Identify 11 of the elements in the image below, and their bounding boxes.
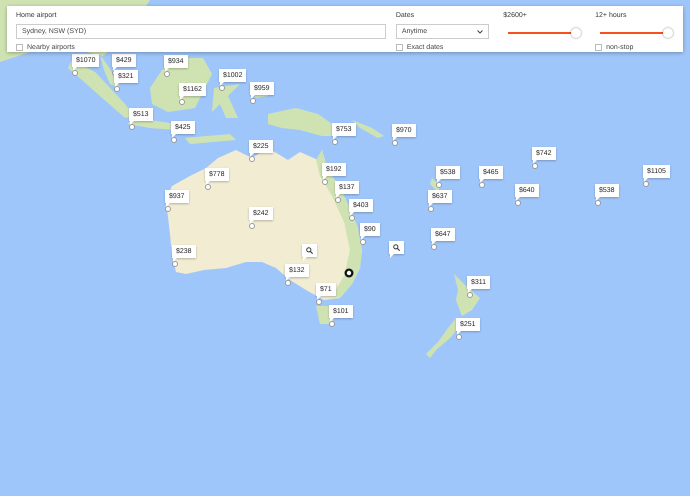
- search-pin[interactable]: [389, 241, 404, 258]
- slider-thumb[interactable]: [663, 28, 673, 38]
- slider-thumb[interactable]: [571, 28, 582, 38]
- checkbox[interactable]: [595, 44, 602, 51]
- search-icon: [393, 244, 400, 251]
- search-icon: [306, 247, 313, 254]
- search-pin[interactable]: [302, 244, 317, 261]
- home-airport-marker-icon: [344, 268, 354, 278]
- chevron-down-icon: [477, 30, 484, 34]
- checkbox[interactable]: [16, 44, 23, 51]
- checkbox[interactable]: [396, 44, 403, 51]
